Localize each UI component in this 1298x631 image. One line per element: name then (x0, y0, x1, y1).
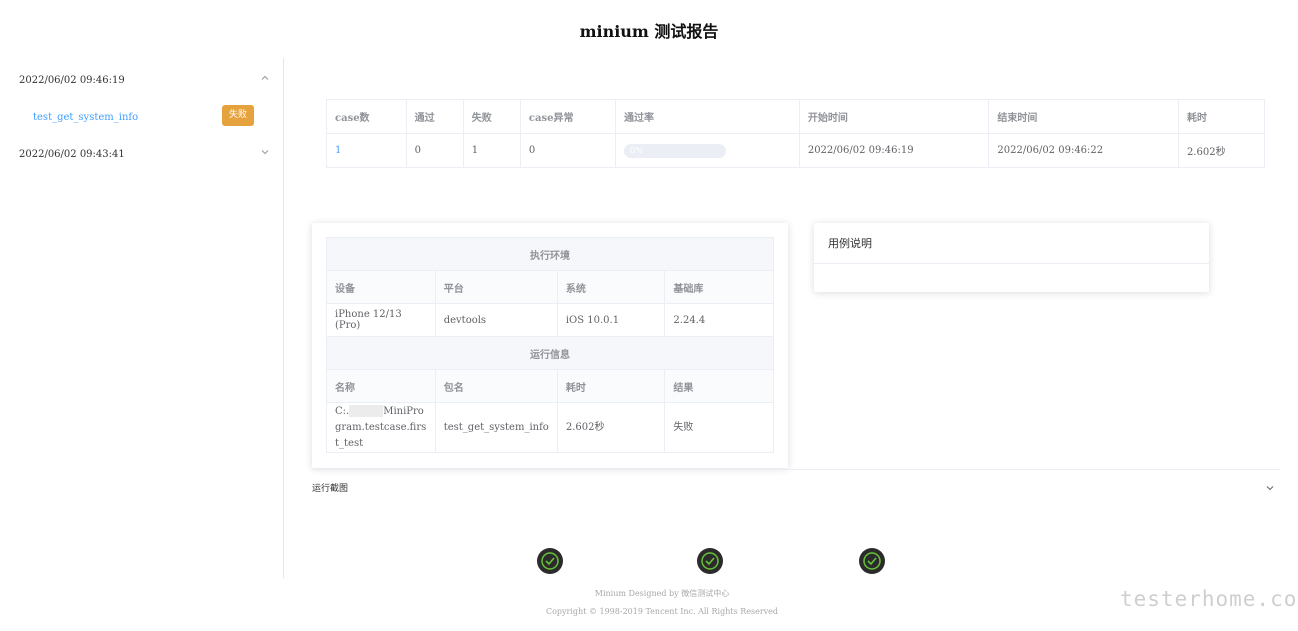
check-circle-icon[interactable] (697, 548, 723, 574)
system-value: iOS 10.0.1 (556, 303, 666, 337)
case-item[interactable]: test_get_system_info 失败 (33, 105, 254, 127)
status-badge: 失败 (222, 105, 254, 126)
env-header: 系统 (556, 270, 666, 304)
env-header: 平台 (434, 270, 558, 304)
check-circle-icon[interactable] (537, 548, 563, 574)
screenshots-collapse[interactable]: 运行截图 (312, 469, 1280, 504)
summary-table: case数 通过 失败 case异常 通过率 开始时间 结束时间 耗时 1 0 … (326, 99, 1266, 168)
col-header: 通过率 (615, 99, 800, 134)
col-header: 结束时间 (988, 99, 1179, 134)
run-duration-value: 2.602秒 (556, 402, 666, 453)
run-header: 耗时 (556, 369, 666, 403)
run-header: 结果 (664, 369, 774, 403)
chevron-up-icon (261, 75, 269, 80)
footer-copyright: Copyright © 1998-2019 Tencent Inc. All R… (545, 607, 779, 616)
failed-count: 1 (462, 133, 521, 168)
sdk-version-value: 2.24.4 (664, 303, 774, 337)
screenshots-label: 运行截图 (312, 484, 349, 494)
sidebar: 2022/06/02 09:46:19 test_get_system_info… (0, 58, 284, 578)
run-item-2[interactable]: 2022/06/02 09:43:41 (19, 142, 271, 162)
col-header: 开始时间 (798, 99, 990, 134)
case-path-prefix: C:. (335, 405, 350, 417)
col-header: 耗时 (1177, 99, 1266, 134)
run-header: 包名 (434, 369, 558, 403)
run-date: 2022/06/02 09:46:19 (19, 75, 125, 86)
case-count: 1 (326, 133, 407, 168)
summary-value-row: 1 0 1 0 0% 2022/06/02 09:46:19 2022/06/0… (326, 133, 1266, 168)
col-header: case数 (326, 99, 407, 134)
env-header: 基础库 (664, 270, 774, 304)
passed-count: 0 (405, 133, 464, 168)
col-header: case异常 (519, 99, 617, 134)
start-time: 2022/06/02 09:46:19 (798, 133, 990, 168)
case-path-value: C:. MiniProgram.testcase.first_test (326, 402, 436, 453)
check-circle-icon[interactable] (859, 548, 885, 574)
environment-card: 执行环境 设备 平台 系统 基础库 iPhone 12/13 (Pro) dev… (312, 223, 788, 468)
col-header: 失败 (462, 99, 521, 134)
chevron-down-icon (1266, 486, 1274, 491)
progress-text: 0% (630, 145, 643, 155)
redacted-block (349, 405, 384, 417)
error-count: 0 (519, 133, 617, 168)
run-header: 名称 (326, 369, 436, 403)
chevron-down-icon (261, 150, 269, 155)
case-description-title: 用例说明 (814, 223, 1209, 264)
device-value: iPhone 12/13 (Pro) (326, 303, 436, 337)
pass-rate-progress: 0% (624, 143, 727, 158)
env-section-title: 执行环境 (326, 237, 774, 271)
run-item-1[interactable]: 2022/06/02 09:46:19 (19, 68, 271, 88)
footer-designed-by: Minium Designed by 微信测试中心 (594, 589, 730, 598)
case-description-card: 用例说明 (814, 223, 1209, 292)
end-time: 2022/06/02 09:46:22 (988, 133, 1179, 168)
env-header: 设备 (326, 270, 436, 304)
watermark: testerhome.com (1120, 587, 1298, 611)
run-date: 2022/06/02 09:43:41 (19, 149, 125, 160)
run-result-value: 失败 (664, 402, 774, 453)
case-name-link[interactable]: test_get_system_info (33, 112, 138, 123)
pass-rate-cell: 0% (615, 133, 800, 168)
summary-header-row: case数 通过 失败 case异常 通过率 开始时间 结束时间 耗时 (326, 99, 1266, 134)
environment-table: 执行环境 设备 平台 系统 基础库 iPhone 12/13 (Pro) dev… (326, 237, 774, 453)
page-title: minium 测试报告 (579, 22, 719, 41)
package-value: test_get_system_info (434, 402, 558, 453)
col-header: 通过 (405, 99, 464, 134)
duration: 2.602秒 (1177, 133, 1266, 168)
platform-value: devtools (434, 303, 558, 337)
run-section-title: 运行信息 (326, 336, 774, 370)
